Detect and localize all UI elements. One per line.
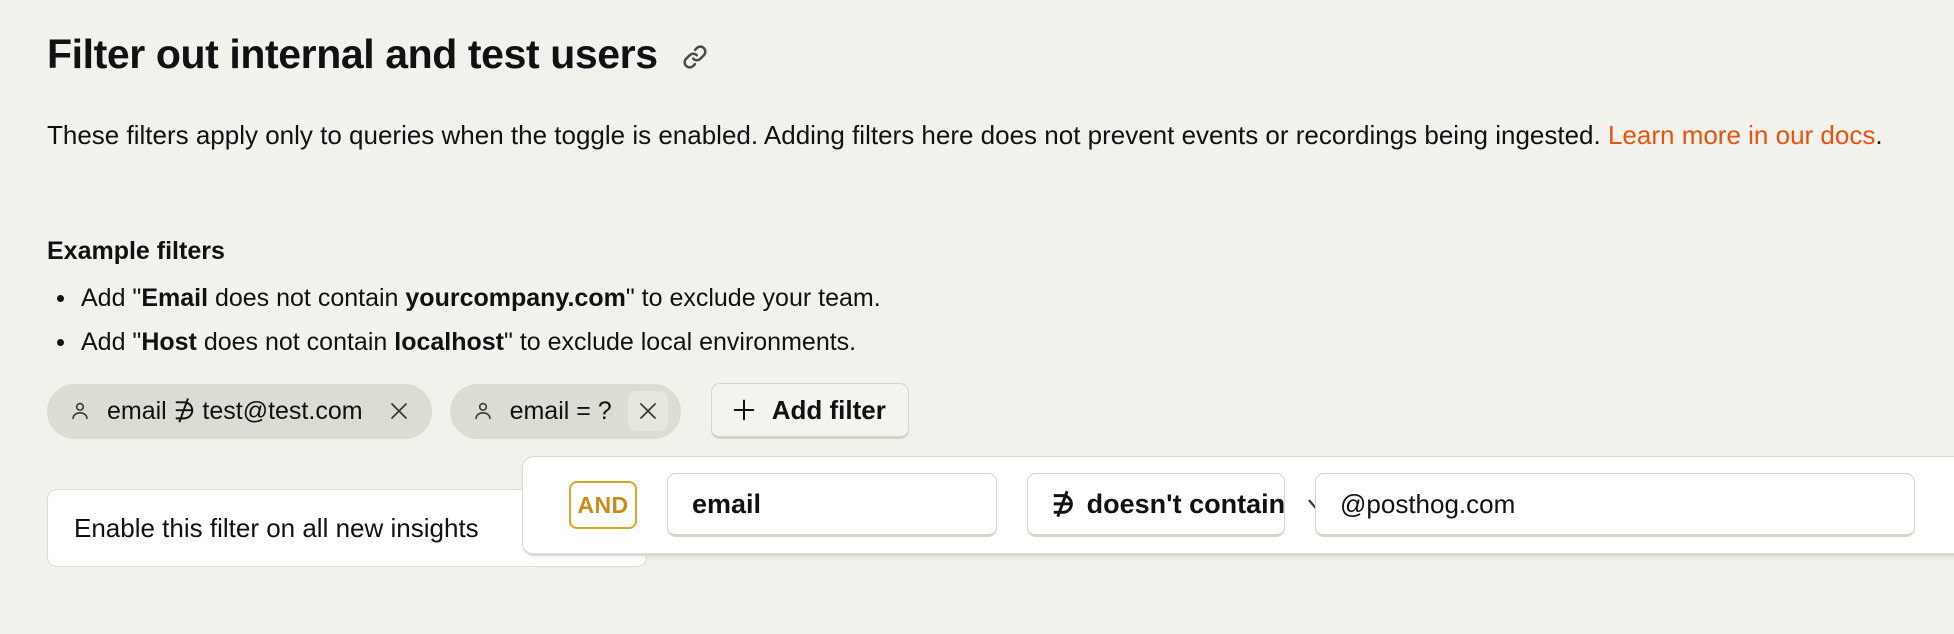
list-item: Add "Email does not contain yourcompany.…	[47, 276, 881, 320]
example-2-bold-1: Host	[141, 328, 197, 356]
not-contains-symbol: ∌	[1052, 489, 1075, 519]
example-2-prefix: Add "	[81, 328, 142, 356]
operator-select-value: doesn't contain	[1086, 488, 1286, 519]
plus-icon	[730, 396, 758, 424]
example-1-prefix: Add "	[81, 284, 142, 312]
page-header: Filter out internal and test users	[47, 31, 710, 77]
logic-operator-badge[interactable]: AND	[569, 481, 637, 529]
filter-value-text: @posthog.com	[1340, 488, 1516, 519]
example-1-bold-1: Email	[141, 284, 209, 312]
remove-filter-icon[interactable]	[379, 391, 419, 431]
filter-pill-row: email ∌ test@test.com email = ? Add filt…	[47, 383, 909, 439]
list-item: Add "Host does not contain localhost" to…	[47, 320, 881, 364]
link-icon[interactable]	[680, 42, 710, 72]
page-title: Filter out internal and test users	[47, 31, 658, 77]
examples-heading: Example filters	[47, 237, 225, 265]
example-2-middle: does not contain	[196, 328, 395, 356]
example-1-suffix: " to exclude your team.	[625, 284, 881, 312]
remove-filter-icon[interactable]	[627, 391, 668, 431]
person-icon	[69, 399, 91, 423]
docs-link[interactable]: Learn more in our docs	[1608, 120, 1875, 150]
filter-pill-label: email = ?	[509, 396, 612, 425]
enable-filter-label: Enable this filter on all new insights	[74, 512, 479, 543]
person-icon	[472, 399, 494, 423]
operator-select[interactable]: ∌ doesn't contain	[1027, 473, 1324, 537]
add-filter-label: Add filter	[771, 394, 886, 425]
filter-pill-label: email ∌ test@test.com	[107, 397, 363, 425]
filter-value-input[interactable]: @posthog.com	[1315, 473, 1915, 537]
filter-pill-email-empty[interactable]: email = ?	[449, 383, 681, 439]
examples-list: Add "Email does not contain yourcompany.…	[47, 276, 881, 364]
example-2-suffix: " to exclude local environments.	[504, 328, 857, 356]
example-1-bold-2: yourcompany.com	[405, 284, 626, 312]
filter-editor-popover: AND email ∌ doesn't contain @posthog.com	[522, 456, 1954, 556]
property-select[interactable]: email	[667, 473, 997, 537]
example-1-middle: does not contain	[208, 284, 406, 312]
description-part-2: .	[1875, 120, 1883, 150]
example-2-bold-2: localhost	[394, 328, 504, 356]
add-filter-button[interactable]: Add filter	[710, 383, 909, 439]
filter-pill-email-not-test[interactable]: email ∌ test@test.com	[47, 383, 432, 439]
description-text: These filters apply only to queries when…	[47, 113, 1913, 157]
settings-page: Filter out internal and test users These…	[0, 0, 1954, 634]
description-part-1: These filters apply only to queries when…	[47, 120, 1608, 150]
property-select-value: email	[692, 488, 762, 519]
